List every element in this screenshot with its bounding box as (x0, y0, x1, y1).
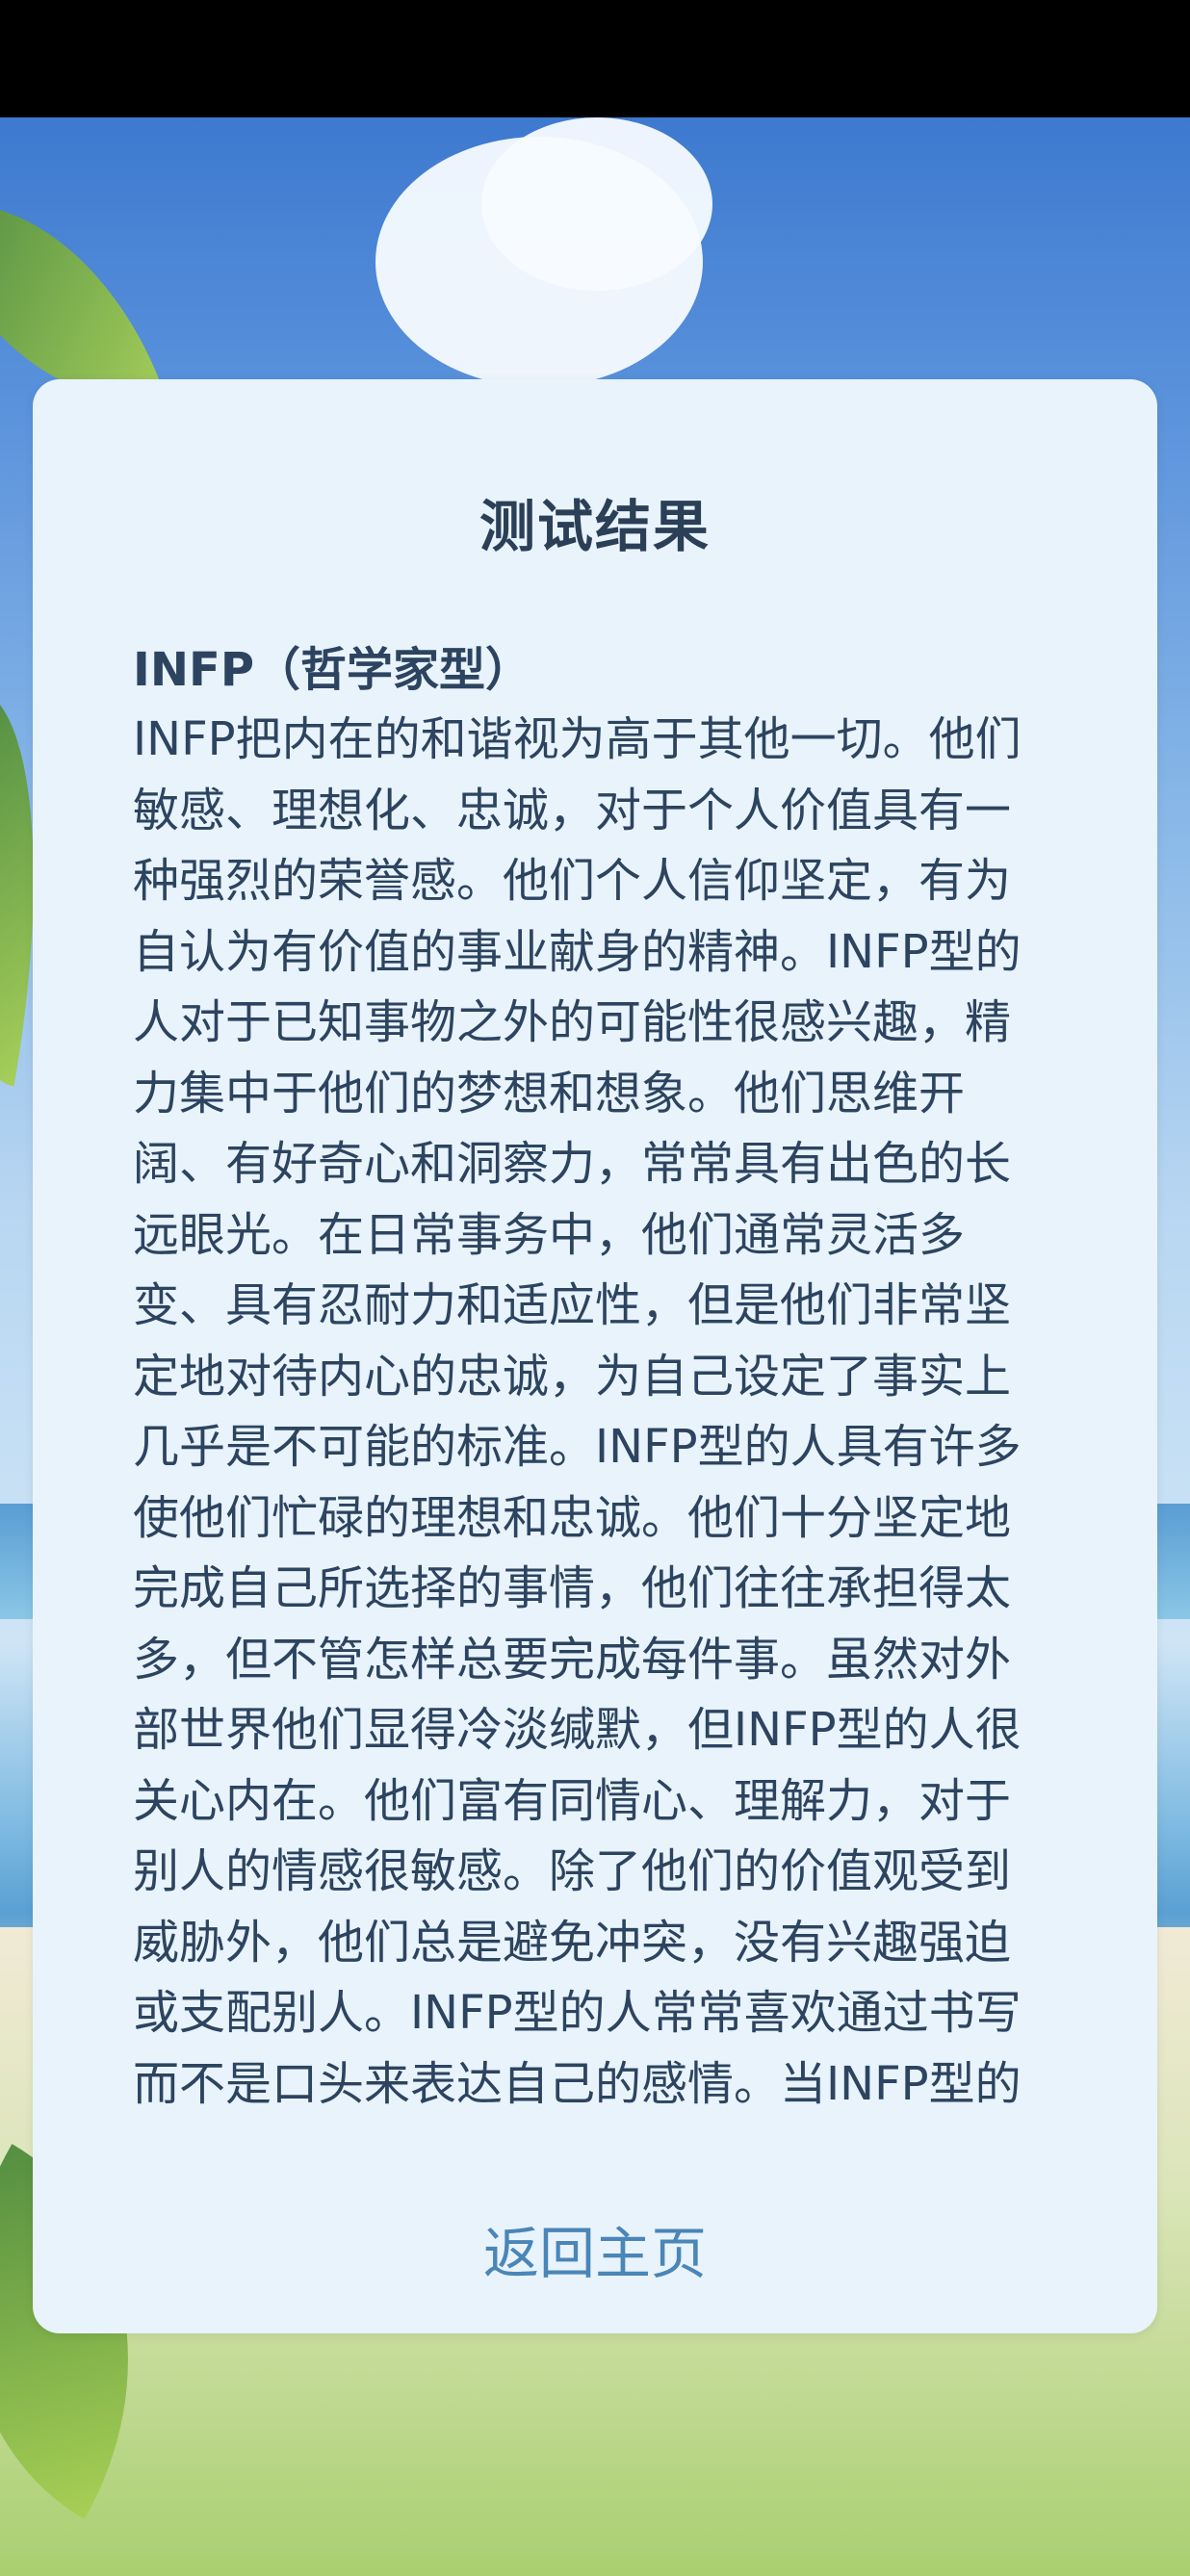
cloud-shape (481, 117, 712, 291)
back-to-home-button[interactable]: 返回主页 (402, 2210, 788, 2297)
app-screen: 测试结果 INFP（哲学家型） INFP把内在的和谐视为高于其他一切。他们敏感、… (0, 0, 1190, 2576)
result-content-scroll-area[interactable]: INFP（哲学家型） INFP把内在的和谐视为高于其他一切。他们敏感、理想化、忠… (133, 635, 1048, 2127)
personality-description: INFP把内在的和谐视为高于其他一切。他们敏感、理想化、忠诚，对于个人价值具有一… (133, 712, 1022, 2111)
status-bar (0, 0, 1190, 117)
personality-type-label: INFP（哲学家型） (133, 643, 532, 697)
result-title: 测试结果 (479, 494, 711, 559)
